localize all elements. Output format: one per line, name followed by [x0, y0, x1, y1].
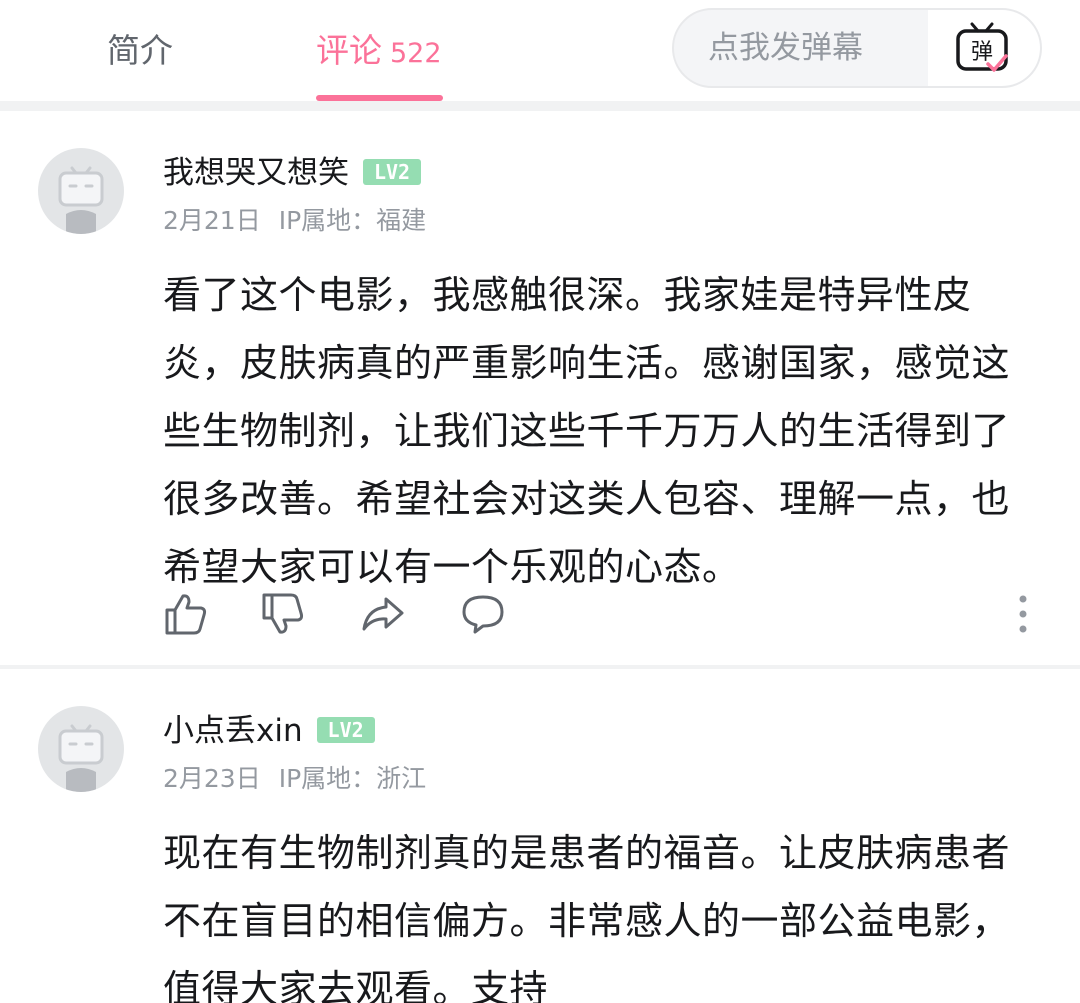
- danmaku-bar: 点我发弹幕 弹: [672, 8, 1042, 88]
- reply-icon[interactable]: [460, 591, 506, 637]
- default-avatar-icon: [58, 166, 104, 234]
- comment-meta: 2月21日 IP属地：福建: [163, 201, 444, 237]
- tab-comments-label: 评论: [316, 31, 382, 70]
- comment-ip-location: IP属地：浙江: [278, 764, 427, 793]
- comment-date: 2月23日: [163, 764, 261, 793]
- comments-count: 522: [390, 38, 442, 69]
- comment-username[interactable]: 小点丢xin LV2: [163, 705, 375, 750]
- comment-username[interactable]: 我想哭又想笑 LV2: [163, 147, 421, 192]
- level-badge: LV2: [316, 716, 375, 743]
- username-text: 小点丢xin: [163, 713, 303, 749]
- comment-text: 看了这个电影，我感触很深。我家娃是特异性皮炎，皮肤病真的严重影响生活。感谢国家，…: [163, 273, 1011, 589]
- header-divider: [0, 101, 1080, 111]
- thumbs-up-icon[interactable]: [163, 591, 209, 637]
- comment-actions: [163, 591, 1043, 639]
- default-avatar-icon: [58, 724, 104, 792]
- share-icon[interactable]: [360, 591, 406, 637]
- avatar[interactable]: [38, 706, 124, 792]
- comment-text: 现在有生物制剂真的是患者的福音。让皮肤病患者不在盲目的相信偏方。非常感人的一部公…: [163, 831, 1011, 1003]
- danmaku-icon: 弹: [956, 22, 1008, 72]
- tab-intro[interactable]: 简介: [107, 26, 173, 76]
- tab-bar: 简介 评论 522 点我发弹幕 弹: [0, 0, 1080, 101]
- comment-meta: 2月23日 IP属地：浙江: [163, 759, 444, 795]
- comment-date: 2月21日: [163, 206, 261, 235]
- avatar[interactable]: [38, 148, 124, 234]
- tab-comments[interactable]: 评论 522: [316, 26, 442, 76]
- more-icon[interactable]: [1003, 591, 1043, 637]
- comments-page: 简介 评论 522 点我发弹幕 弹 我想哭又想笑 LV2 2月21日 IP属地：…: [0, 0, 1080, 1003]
- comment-item: 我想哭又想笑 LV2 2月21日 IP属地：福建 看了这个电影，我感触很深。我家娃是…: [0, 111, 1080, 667]
- svg-text:弹: 弹: [971, 40, 993, 65]
- thumbs-down-icon[interactable]: [260, 591, 306, 637]
- comment-item: 小点丢xin LV2 2月23日 IP属地：浙江 现在有生物制剂真的是患者的福音。让…: [0, 669, 1080, 1003]
- danmaku-input[interactable]: 点我发弹幕: [708, 10, 863, 86]
- comment-ip-location: IP属地：福建: [278, 206, 427, 235]
- username-text: 我想哭又想笑: [163, 155, 349, 191]
- level-badge: LV2: [363, 158, 421, 185]
- danmaku-toggle-button[interactable]: 弹: [928, 10, 1040, 86]
